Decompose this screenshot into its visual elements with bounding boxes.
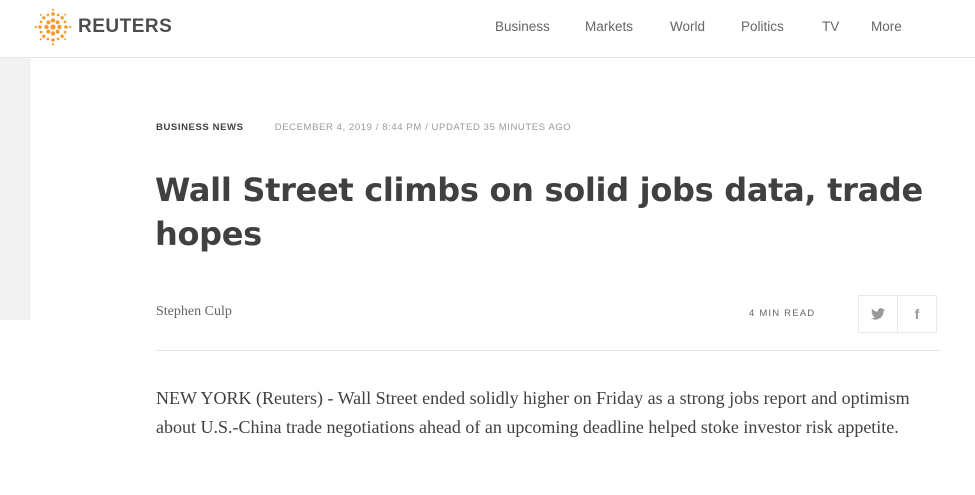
- nav-business[interactable]: Business: [495, 19, 550, 34]
- channel-link[interactable]: BUSINESS NEWS: [156, 122, 244, 133]
- author-byline[interactable]: Stephen Culp: [156, 304, 232, 320]
- reuters-logo-icon: [34, 8, 72, 46]
- left-gutter: [0, 58, 30, 320]
- read-time: 4 MIN READ: [749, 308, 816, 319]
- nav-world[interactable]: World: [670, 19, 705, 34]
- twitter-icon: [871, 308, 885, 320]
- byline-divider: [155, 350, 941, 351]
- reuters-logo[interactable]: REUTERS: [34, 8, 172, 46]
- nav-markets[interactable]: Markets: [585, 19, 633, 34]
- nav-more[interactable]: More: [871, 19, 902, 34]
- site-header: REUTERS Business Markets World Politics …: [0, 0, 975, 58]
- nav-politics[interactable]: Politics: [741, 19, 784, 34]
- nav-tv[interactable]: TV: [822, 19, 839, 34]
- facebook-share-button[interactable]: f: [897, 295, 937, 333]
- article-date: DECEMBER 4, 2019 / 8:44 PM / UPDATED 35 …: [274, 122, 572, 133]
- article-headline: Wall Street climbs on solid jobs data, t…: [155, 171, 923, 253]
- facebook-icon: f: [914, 306, 920, 322]
- article-meta: BUSINESS NEWS DECEMBER 4, 2019 / 8:44 PM…: [156, 122, 571, 133]
- logo-text: REUTERS: [78, 16, 173, 37]
- article-body-paragraph: NEW YORK (Reuters) - Wall Street ended s…: [156, 388, 910, 437]
- twitter-share-button[interactable]: [858, 295, 898, 333]
